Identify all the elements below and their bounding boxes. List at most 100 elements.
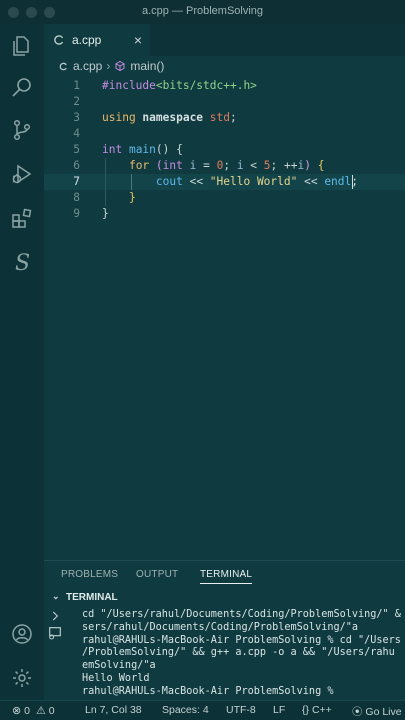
code-token: cout: [155, 175, 183, 188]
code-line[interactable]: 8 }: [44, 190, 405, 206]
terminal-text: rahul@RAHULs-MacBook-Air ProblemSolving …: [82, 685, 340, 697]
breadcrumb-symbol[interactable]: main(): [130, 59, 164, 73]
indentation-status[interactable]: Spaces: 4: [162, 704, 209, 716]
code-token: using: [102, 111, 143, 124]
panel-tabs: PROBLEMS OUTPUT TERMINAL: [44, 565, 405, 587]
breadcrumb: a.cpp › main(): [44, 56, 405, 76]
account-icon[interactable]: [8, 620, 36, 648]
activity-bar: S: [0, 24, 44, 700]
terminal-line: cd "/Users/rahul/Documents/Coding/Proble…: [82, 609, 405, 622]
tab-terminal[interactable]: TERMINAL: [200, 569, 253, 584]
chevron-right-icon[interactable]: [48, 609, 62, 623]
encoding-status[interactable]: UTF-8: [226, 704, 256, 716]
code-text: for (int i = 0; i < 5; ++i) {: [102, 158, 325, 174]
tab-problems[interactable]: PROBLEMS: [61, 569, 118, 580]
code-line[interactable]: 1 #include<bits/stdc++.h>: [44, 78, 405, 94]
source-control-icon[interactable]: [8, 116, 36, 144]
code-editor[interactable]: 1 #include<bits/stdc++.h> 2 3 using namespac…: [44, 76, 405, 560]
code-line[interactable]: 4: [44, 126, 405, 142]
s-extension-icon[interactable]: S: [8, 248, 36, 276]
tab-label: a.cpp: [72, 33, 102, 47]
code-token: () {: [155, 143, 183, 156]
code-text: }: [102, 190, 136, 206]
code-token: namespace: [142, 111, 210, 124]
line-number: 2: [73, 95, 80, 108]
gear-icon[interactable]: [8, 664, 36, 692]
eol-status[interactable]: LF: [273, 704, 285, 716]
error-icon: ⊗: [12, 705, 22, 717]
code-token: =: [196, 159, 217, 172]
terminal-debug-icon[interactable]: [47, 625, 63, 641]
file-icon: [59, 62, 67, 70]
code-token: std: [209, 111, 230, 124]
code-token: for: [128, 159, 156, 172]
code-token: {: [311, 159, 325, 172]
language-status[interactable]: {} C++: [302, 704, 332, 716]
editor-tab-bar: a.cpp ×: [44, 24, 405, 56]
code-token: ;: [223, 159, 237, 172]
code-token: }: [128, 191, 136, 204]
code-token: <: [243, 159, 264, 172]
tab-output[interactable]: OUTPUT: [136, 569, 178, 580]
cursor-position[interactable]: Ln 7, Col 38: [85, 704, 142, 716]
terminal-line: sers/rahul/Documents/Coding/ProblemSolvi…: [82, 622, 405, 635]
code-line[interactable]: 9}: [44, 206, 405, 222]
chevron-down-icon: ⌄: [52, 591, 60, 601]
search-icon[interactable]: [8, 74, 36, 102]
line-number: 6: [73, 159, 80, 172]
run-debug-icon[interactable]: [8, 160, 36, 188]
code-token: endl: [324, 175, 352, 188]
code-token: <<: [182, 175, 210, 188]
code-token: "Hello World": [209, 175, 298, 188]
terminal-line: rahul@RAHULs-MacBook-Air ProblemSolving …: [82, 635, 405, 648]
terminal-text: sers/rahul/Documents/Coding/ProblemSolvi…: [82, 621, 359, 633]
terminal-line: rahul@RAHULs-MacBook-Air ProblemSolving …: [82, 686, 405, 699]
line-number: 9: [73, 207, 80, 220]
window-title: a.cpp — ProblemSolving: [141, 5, 264, 17]
code-token: main: [128, 143, 156, 156]
tab-a-cpp[interactable]: a.cpp ×: [44, 24, 150, 56]
code-token: int: [102, 143, 129, 156]
warning-icon: ⚠: [32, 705, 46, 717]
status-bar: ⊗ 0 ⚠ 0 Ln 7, Col 38 Spaces: 4 UTF-8 LF …: [0, 700, 405, 720]
line-number: 5: [73, 143, 80, 156]
go-live-button[interactable]: ⦿ Go Live: [352, 704, 402, 719]
files-icon[interactable]: [8, 32, 36, 60]
terminal-section-header[interactable]: ⌄ TERMINAL: [44, 589, 405, 607]
error-count: 0: [24, 705, 30, 717]
terminal-line: /ProblemSolving/" && g++ a.cpp -o a && "…: [82, 647, 405, 660]
bottom-panel: PROBLEMS OUTPUT TERMINAL ⌄ TERMINAL cd "…: [44, 560, 405, 700]
code-text: #include<bits/stdc++.h>: [102, 78, 257, 94]
extensions-icon[interactable]: [8, 204, 36, 232]
broadcast-icon: ⦿: [352, 706, 363, 718]
warning-count: 0: [48, 705, 55, 717]
terminal-text: Hello World: [82, 672, 150, 684]
code-token: (: [155, 159, 163, 172]
terminal-side-controls: [44, 607, 66, 700]
code-line[interactable]: 2: [44, 94, 405, 110]
code-token: i: [236, 159, 244, 172]
line-number: 7: [73, 175, 80, 188]
line-number: 3: [73, 111, 80, 124]
code-line[interactable]: 3 using namespace std;: [44, 110, 405, 126]
code-token: ++: [284, 159, 298, 172]
breadcrumb-separator: ›: [106, 59, 111, 73]
code-text: using namespace std;: [102, 110, 237, 126]
code-token: ;: [270, 159, 285, 172]
problems-status[interactable]: ⊗ 0 ⚠ 0: [12, 704, 55, 717]
breadcrumb-file[interactable]: a.cpp: [73, 59, 102, 73]
code-text: int main() {: [102, 142, 183, 158]
terminal-output[interactable]: cd "/Users/rahul/Documents/Coding/Proble…: [82, 609, 405, 700]
text-cursor: [351, 175, 353, 189]
line-number: 4: [73, 127, 80, 140]
terminal-line: Hello World: [82, 673, 405, 686]
code-token: ;: [230, 111, 237, 124]
code-token: }: [102, 207, 109, 220]
code-line[interactable]: 6 for (int i = 0; i < 5; ++i) {: [44, 158, 405, 174]
code-token: ): [304, 159, 311, 172]
code-line[interactable]: 5 int main() {: [44, 142, 405, 158]
line-number: 8: [73, 191, 80, 204]
go-live-label: Go Live: [365, 706, 402, 718]
terminal-text: /ProblemSolving/" && g++ a.cpp -o a && "…: [82, 647, 395, 659]
close-tab-icon[interactable]: ×: [134, 32, 142, 48]
